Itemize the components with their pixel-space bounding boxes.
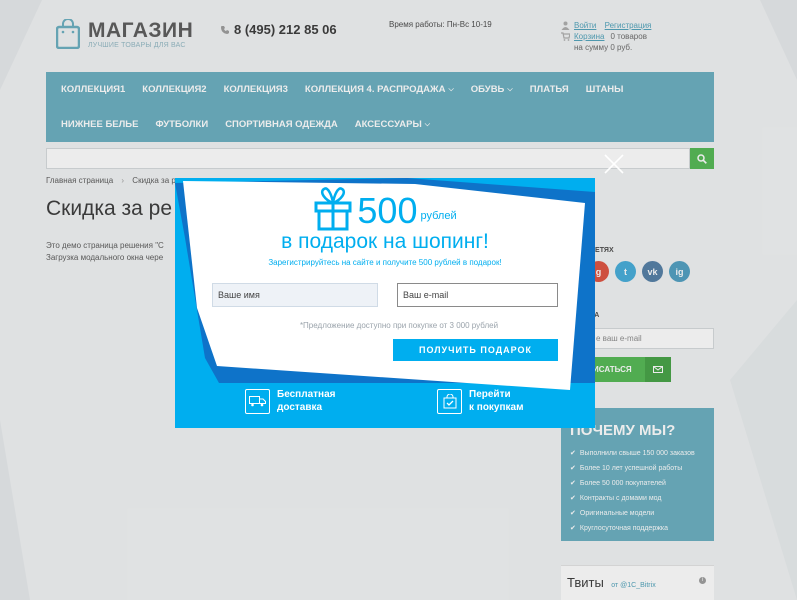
feature-free-delivery: Бесплатная доставка	[245, 388, 335, 414]
gift-icon	[314, 187, 352, 231]
feature-2-line-2: к покупкам	[469, 402, 524, 413]
email-input[interactable]	[397, 283, 558, 307]
feature-1-line-1: Бесплатная	[277, 389, 336, 400]
gift-modal: 500 рублей в подарок на шопинг! Зарегист…	[175, 178, 595, 428]
feature-1-line-2: доставка	[277, 402, 323, 413]
feature-2-line-1: Перейти	[469, 389, 511, 400]
truck-icon	[245, 388, 270, 414]
shopping-bag-check-icon	[437, 388, 462, 414]
close-icon[interactable]	[603, 153, 625, 175]
promo-currency: рублей	[420, 210, 457, 222]
promo-amount-value: 500	[357, 190, 418, 231]
feature-go-shopping[interactable]: Перейти к покупкам	[437, 388, 524, 414]
feature-go-shopping-text: Перейти к покупкам	[469, 388, 524, 414]
modal-subline: Зарегистрируйтесь на сайте и получите 50…	[268, 258, 502, 267]
get-gift-button[interactable]: ПОЛУЧИТЬ ПОДАРОК	[393, 339, 558, 361]
promo-amount: 500 рублей	[175, 184, 595, 231]
feature-free-delivery-text: Бесплатная доставка	[277, 388, 335, 414]
name-input[interactable]	[212, 283, 378, 307]
offer-note: *Предложение доступно при покупке от 3 0…	[299, 321, 499, 330]
page: МАГАЗИН ЛУЧШИЕ ТОВАРЫ ДЛЯ ВАС 8 (495) 21…	[0, 0, 797, 600]
modal-headline: в подарок на шопинг!	[281, 230, 489, 253]
